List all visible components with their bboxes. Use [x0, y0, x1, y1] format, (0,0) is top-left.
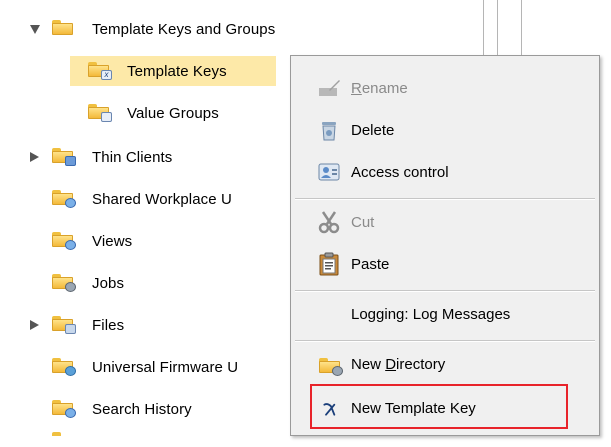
- tree-item-label: Template Keys: [127, 62, 227, 80]
- menu-separator: [295, 340, 595, 342]
- menu-item-new-directory[interactable]: New Directory: [291, 347, 599, 381]
- folder-icon: [52, 432, 73, 447]
- tree-item-label: Files: [92, 316, 125, 334]
- highlight-annotation: [310, 384, 568, 429]
- paste-icon: [319, 252, 339, 276]
- tree-item-label: Shared Workplace U: [92, 190, 232, 208]
- value-groups-folder-icon: [88, 104, 112, 122]
- menu-item-label: Cut: [351, 213, 375, 231]
- pane-divider[interactable]: [483, 0, 484, 58]
- access-control-icon: [318, 163, 340, 181]
- pane-divider[interactable]: [521, 0, 522, 58]
- tree-item-label: Search History: [92, 400, 192, 418]
- menu-item-rename[interactable]: Rename: [291, 71, 599, 105]
- menu-item-label: Logging: Log Messages: [351, 305, 511, 323]
- firmware-folder-icon: [52, 358, 76, 376]
- expand-arrow-icon[interactable]: [30, 152, 39, 162]
- tree-item-shared-workplace[interactable]: Shared Workplace U: [0, 184, 290, 214]
- context-menu: Rename Delete Access control Cut Paste L…: [290, 55, 600, 436]
- tree-item-value-groups[interactable]: Value Groups: [70, 98, 280, 128]
- folder-icon: [52, 20, 73, 35]
- menu-item-paste[interactable]: Paste: [291, 247, 599, 281]
- expand-arrow-icon[interactable]: [30, 320, 39, 330]
- tree-item-label: Value Groups: [127, 104, 219, 122]
- menu-item-label: New Directory: [351, 355, 446, 373]
- tree-item-label: Jobs: [92, 274, 125, 292]
- tree-item-label: Thin Clients: [92, 148, 173, 166]
- delete-icon: [322, 122, 336, 141]
- search-history-folder-icon: [52, 400, 76, 418]
- tree-item-jobs[interactable]: Jobs: [0, 268, 290, 298]
- views-folder-icon: [52, 232, 76, 250]
- rename-icon: [319, 80, 340, 96]
- expand-arrow-icon[interactable]: [30, 25, 40, 34]
- tree-item-template-keys-and-groups[interactable]: Template Keys and Groups: [0, 14, 480, 44]
- menu-item-cut[interactable]: Cut: [291, 205, 599, 239]
- jobs-folder-icon: [52, 274, 76, 292]
- menu-item-label: Delete: [351, 121, 395, 139]
- tree-item-search-history[interactable]: Search History: [0, 394, 290, 424]
- cut-icon: [318, 211, 340, 234]
- menu-item-label: Paste: [351, 255, 390, 273]
- tree-item-template-keys[interactable]: x Template Keys: [70, 56, 276, 86]
- menu-item-label: Rename: [351, 79, 408, 97]
- new-directory-icon: [319, 358, 343, 376]
- thin-clients-folder-icon: [52, 148, 76, 166]
- menu-item-delete[interactable]: Delete: [291, 113, 599, 147]
- tree-item-universal-firmware[interactable]: Universal Firmware U: [0, 352, 290, 382]
- menu-item-label: Access control: [351, 163, 449, 181]
- shared-workplace-folder-icon: [52, 190, 76, 208]
- tree-item-thin-clients[interactable]: Thin Clients: [0, 142, 290, 172]
- files-folder-icon: [52, 316, 76, 334]
- tree-item-files[interactable]: Files: [0, 310, 290, 340]
- menu-separator: [295, 290, 595, 292]
- tree-item-label: Views: [92, 232, 133, 250]
- pane-divider[interactable]: [497, 0, 498, 58]
- tree-item-views[interactable]: Views: [0, 226, 290, 256]
- tree-item-label: Template Keys and Groups: [92, 20, 276, 38]
- menu-item-logging[interactable]: Logging: Log Messages: [291, 297, 599, 331]
- tree-item-label: Universal Firmware U: [92, 358, 239, 376]
- menu-separator: [295, 198, 595, 200]
- menu-item-access-control[interactable]: Access control: [291, 155, 599, 189]
- template-keys-folder-icon: x: [88, 62, 112, 80]
